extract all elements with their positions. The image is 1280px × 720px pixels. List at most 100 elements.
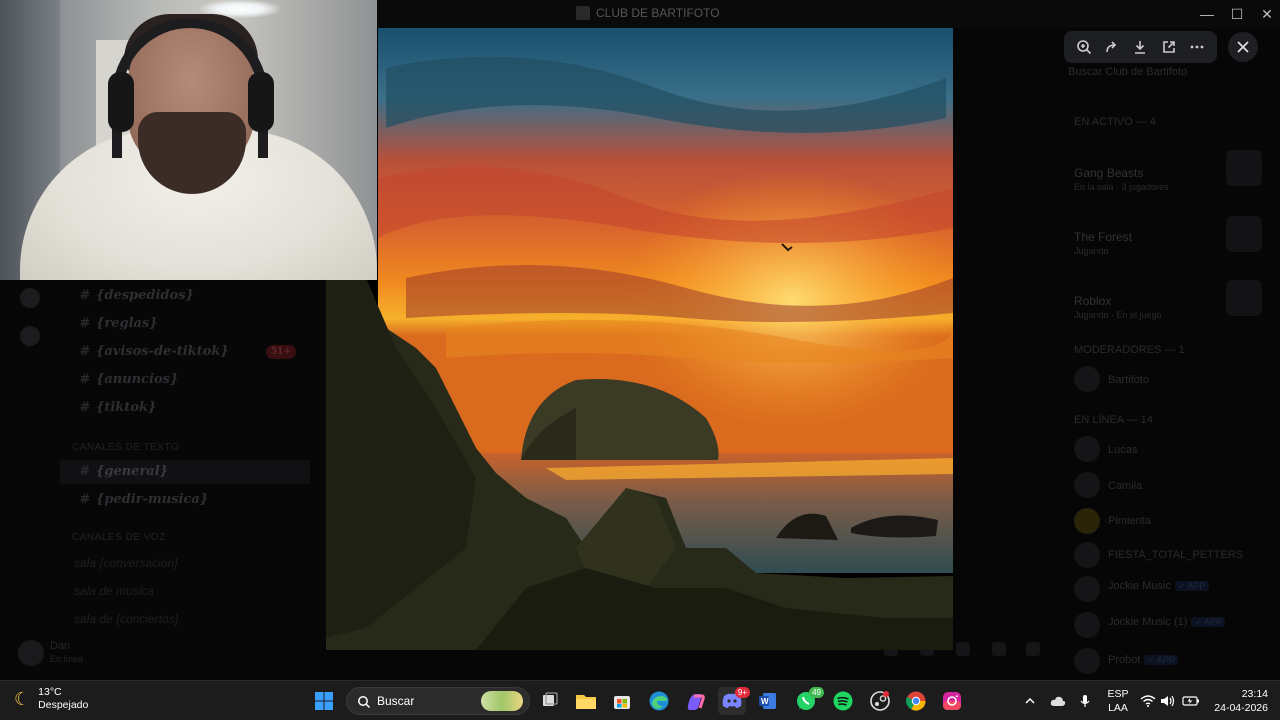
- activity-subtitle: Jugando: [1074, 246, 1109, 256]
- copilot-button[interactable]: [681, 687, 709, 715]
- member-row[interactable]: Jockie Music (1) ✓ APP: [1108, 616, 1226, 628]
- channel-label: {pedir-musica}: [96, 492, 209, 507]
- battery-button[interactable]: [1182, 681, 1200, 720]
- server-list: [0, 280, 60, 680]
- activity-title[interactable]: The Forest: [1074, 230, 1132, 244]
- member-search[interactable]: Buscar Club de Bartifoto: [1068, 66, 1268, 86]
- avatar[interactable]: [1074, 366, 1100, 392]
- taskbar-search[interactable]: Buscar: [346, 687, 530, 715]
- app-tag: ✓ APP: [1174, 581, 1209, 591]
- voice-channel-2[interactable]: sala de musica: [74, 584, 154, 598]
- avatar[interactable]: [1074, 472, 1100, 498]
- member-name[interactable]: Lucas: [1108, 444, 1137, 456]
- avatar[interactable]: [1074, 648, 1100, 674]
- member-name[interactable]: FIESTA_TOTAL_PETTERS: [1108, 549, 1243, 561]
- section-online-header: EN LÍNEA — 14: [1074, 414, 1153, 426]
- hash-icon: #: [79, 372, 91, 387]
- avatar[interactable]: [1074, 436, 1100, 462]
- window-close-button[interactable]: ✕: [1252, 4, 1280, 24]
- avatar[interactable]: [1074, 612, 1100, 638]
- weather-widget[interactable]: ☾ 13°C Despejado: [14, 686, 88, 712]
- category-text-channels[interactable]: CANALES DE TEXTO: [72, 442, 179, 453]
- steam-button[interactable]: [866, 687, 894, 715]
- chrome-button[interactable]: [902, 687, 930, 715]
- channel-despedidos[interactable]: # {despedidos}: [60, 284, 310, 308]
- member-name[interactable]: Pimienta: [1108, 515, 1151, 527]
- instagram-icon: [943, 692, 961, 710]
- language-indicator[interactable]: ESP LAA: [1105, 687, 1131, 715]
- activity-thumbnail: [1226, 216, 1262, 252]
- channel-anuncios[interactable]: # {anuncios}: [60, 368, 310, 392]
- hash-icon: #: [79, 344, 91, 359]
- minimize-button[interactable]: —: [1192, 4, 1222, 24]
- avatar[interactable]: [1074, 542, 1100, 568]
- download-icon: [1135, 41, 1146, 54]
- member-row[interactable]: Jockie Music ✓ APP: [1108, 580, 1209, 592]
- activity-title[interactable]: Gang Beasts: [1074, 166, 1143, 180]
- forward-button[interactable]: [1101, 36, 1123, 58]
- member-name: Jockie Music (1): [1108, 616, 1188, 628]
- opened-image[interactable]: [326, 28, 953, 650]
- emoji-icon[interactable]: [992, 642, 1006, 656]
- sticker-icon[interactable]: [956, 642, 970, 656]
- server-icon-2[interactable]: [20, 326, 40, 346]
- download-button[interactable]: [1129, 36, 1151, 58]
- start-button[interactable]: [310, 687, 338, 715]
- channel-reglas[interactable]: # {reglas}: [60, 312, 310, 336]
- channel-tiktok[interactable]: # {tiktok}: [60, 396, 310, 420]
- volume-button[interactable]: [1160, 681, 1176, 720]
- discord-button[interactable]: 9+: [718, 687, 750, 715]
- microsoft-store-button[interactable]: [608, 687, 636, 715]
- channel-avisos-de-tiktok[interactable]: # {avisos-de-tiktok} 51+: [60, 340, 310, 364]
- avatar[interactable]: [1074, 576, 1100, 602]
- edge-button[interactable]: [645, 687, 673, 715]
- avatar[interactable]: [1074, 508, 1100, 534]
- apps-icon[interactable]: [1026, 642, 1040, 656]
- spotify-button[interactable]: [829, 687, 857, 715]
- svg-text:W: W: [761, 697, 769, 706]
- network-button[interactable]: [1140, 681, 1156, 720]
- battery-charging-icon: [1182, 696, 1199, 706]
- activity-subtitle: En la sala · 3 jugadores: [1074, 182, 1169, 192]
- member-row[interactable]: Probot ✓ APP: [1108, 654, 1178, 666]
- server-icon-1[interactable]: [20, 288, 40, 308]
- clock-date: 24-04-2026: [1214, 702, 1268, 714]
- volume-icon: [1161, 695, 1175, 707]
- notification-badge: 49: [809, 687, 824, 698]
- member-name[interactable]: Bartifoto: [1108, 374, 1149, 386]
- discord-window: CLUB DE BARTIFOTO — ☐ ✕ # {despedidos} # {…: [0, 0, 1280, 720]
- open-in-browser-button[interactable]: [1158, 36, 1180, 58]
- avatar[interactable]: [18, 640, 44, 666]
- zoom-in-icon: [1077, 40, 1092, 55]
- sunset-photo: [326, 28, 953, 650]
- microphone-icon: [1080, 695, 1090, 707]
- search-highlight-image: [481, 691, 523, 711]
- show-hidden-icons-button[interactable]: [1024, 681, 1036, 720]
- headphone-right-cup: [248, 72, 274, 132]
- voice-channel-1[interactable]: sala {conversacion}: [74, 556, 178, 570]
- instagram-button[interactable]: [938, 687, 966, 715]
- maximize-button[interactable]: ☐: [1222, 4, 1252, 24]
- voice-channel-3[interactable]: sala de {conciertos}: [74, 612, 179, 626]
- task-view-button[interactable]: [536, 687, 564, 715]
- windows-taskbar: ☾ 13°C Despejado Buscar 9+ W 49 ESP LAA …: [0, 680, 1280, 720]
- whatsapp-button[interactable]: 49: [792, 687, 824, 715]
- file-explorer-button[interactable]: [572, 687, 600, 715]
- member-name[interactable]: Camila: [1108, 480, 1142, 492]
- more-options-button[interactable]: [1186, 36, 1208, 58]
- copilot-icon: [687, 694, 705, 710]
- activity-title[interactable]: Roblox: [1074, 294, 1111, 308]
- weather-temp: 13°C: [38, 686, 62, 698]
- taskbar-clock[interactable]: 23:14 24-04-2026: [1208, 687, 1268, 715]
- edge-icon: [649, 691, 669, 711]
- channel-general[interactable]: # {general}: [60, 460, 310, 484]
- microphone-button[interactable]: [1080, 681, 1090, 720]
- category-voice-channels[interactable]: CANALES DE VOZ: [72, 532, 166, 543]
- close-viewer-button[interactable]: [1228, 32, 1258, 62]
- channel-pedir-musica[interactable]: # {pedir-musica}: [60, 488, 310, 512]
- hash-icon: #: [79, 464, 91, 479]
- word-button[interactable]: W: [754, 687, 782, 715]
- channel-label: {general}: [96, 464, 169, 479]
- onedrive-button[interactable]: [1050, 681, 1066, 720]
- zoom-in-button[interactable]: [1073, 36, 1095, 58]
